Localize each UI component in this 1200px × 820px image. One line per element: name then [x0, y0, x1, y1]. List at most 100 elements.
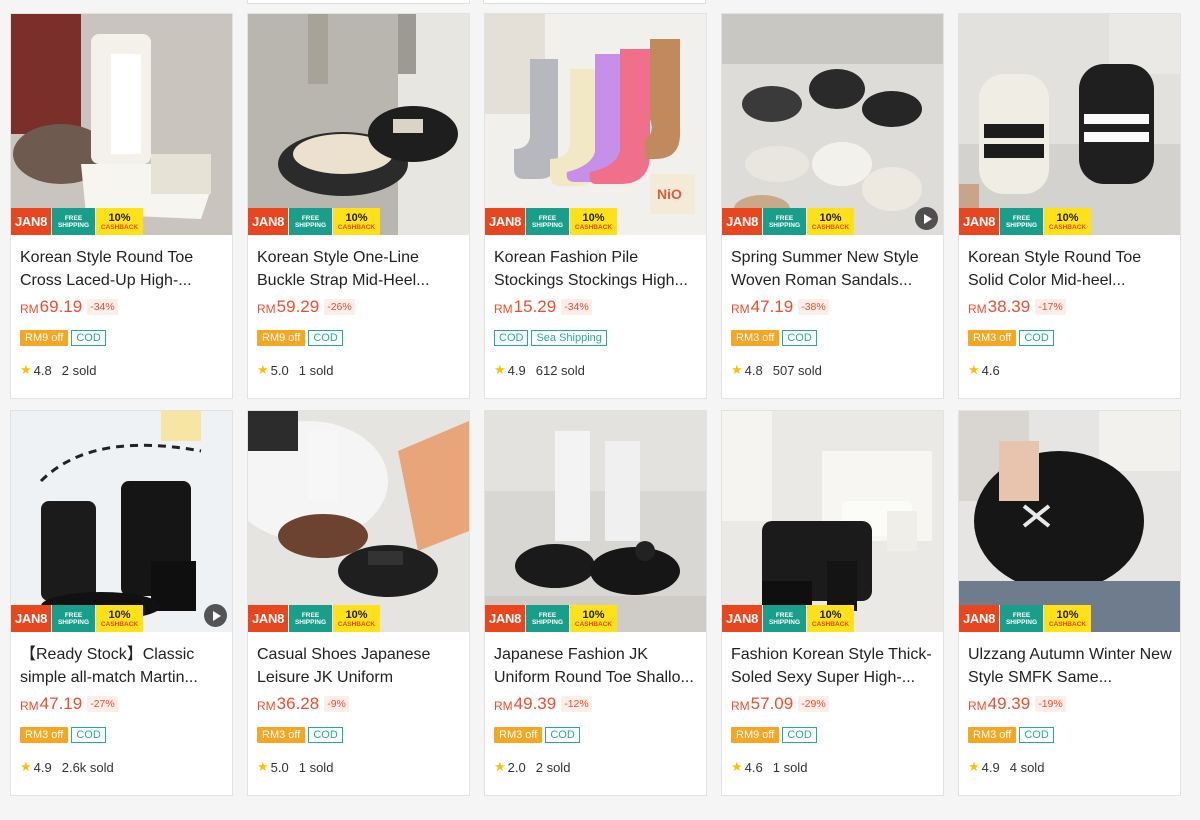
product-title[interactable]: Korean Style One-Line Buckle Strap Mid-H… — [257, 246, 462, 292]
cod-tag: COD — [782, 330, 817, 346]
play-icon[interactable] — [915, 207, 938, 230]
product-card-3[interactable]: NiO JAN8 FREE SHIPPING 10% CASHBACK Kore… — [484, 13, 707, 399]
sold-count: 612 sold — [535, 362, 585, 378]
product-image[interactable]: NiO JAN8 FREE SHIPPING 10% CASHBACK — [485, 14, 706, 235]
promo-badges: JAN8 FREE SHIPPING 10% CASHBACK — [485, 605, 617, 632]
svg-text:NiO: NiO — [657, 186, 682, 202]
product-title[interactable]: Japanese Fashion JK Uniform Round Toe Sh… — [494, 643, 699, 689]
star-icon: ★ — [968, 362, 980, 377]
product-tags: RM3 off COD — [257, 727, 343, 743]
free-shipping-badge: FREE SHIPPING — [288, 605, 332, 632]
price-amount: 47.19 — [39, 694, 83, 713]
cashback-label: CASHBACK — [811, 620, 850, 628]
product-card-8[interactable]: JAN8 FREE SHIPPING 10% CASHBACK Japanese… — [484, 410, 707, 796]
price-currency: RM — [20, 699, 39, 713]
product-image[interactable]: JAN8 FREE SHIPPING 10% CASHBACK — [959, 411, 1180, 632]
free-label: FREE — [1012, 611, 1031, 619]
product-tags: RM3 off COD — [968, 330, 1054, 346]
jan8-badge: JAN8 — [959, 208, 999, 235]
product-card-9[interactable]: JAN8 FREE SHIPPING 10% CASHBACK Fashion … — [721, 410, 944, 796]
product-title[interactable]: Korean Style Round Toe Solid Color Mid-h… — [968, 246, 1173, 292]
product-card-10[interactable]: JAN8 FREE SHIPPING 10% CASHBACK Ulzzang … — [958, 410, 1181, 796]
product-image[interactable]: JAN8 FREE SHIPPING 10% CASHBACK — [722, 14, 943, 235]
product-title[interactable]: 【Ready Stock】Classic simple all-match Ma… — [20, 643, 225, 689]
rating-row: ★ 4.8 2 sold — [20, 362, 96, 378]
product-image[interactable]: JAN8 FREE SHIPPING 10% CASHBACK — [959, 14, 1180, 235]
cashback-label: CASHBACK — [811, 223, 850, 231]
product-card-4[interactable]: JAN8 FREE SHIPPING 10% CASHBACK Spring S… — [721, 13, 944, 399]
product-photo — [11, 411, 232, 632]
promo-badges: JAN8 FREE SHIPPING 10% CASHBACK — [11, 605, 143, 632]
price-currency: RM — [968, 699, 987, 713]
sold-count: 1 sold — [298, 759, 334, 775]
jan8-label: JAN8 — [725, 214, 759, 229]
price-row: RM 69.19 -34% — [20, 297, 118, 317]
shipping-label: SHIPPING — [1005, 618, 1038, 626]
cod-tag: COD — [71, 727, 106, 743]
product-card-2[interactable]: JAN8 FREE SHIPPING 10% CASHBACK Korean S… — [247, 13, 470, 399]
star-icon: ★ — [968, 759, 980, 774]
cashback-label: CASHBACK — [100, 620, 139, 628]
cashback-badge: 10% CASHBACK — [95, 605, 143, 632]
jan8-label: JAN8 — [251, 611, 285, 626]
shipping-label: SHIPPING — [294, 618, 327, 626]
free-label: FREE — [1012, 214, 1031, 222]
cashback-badge: 10% CASHBACK — [806, 605, 854, 632]
product-image[interactable]: JAN8 FREE SHIPPING 10% CASHBACK — [248, 411, 469, 632]
price-currency: RM — [257, 699, 276, 713]
product-photo: NiO — [485, 14, 706, 235]
sold-count: 1 sold — [772, 759, 808, 775]
product-title[interactable]: Casual Shoes Japanese Leisure JK Uniform — [257, 643, 462, 689]
product-title[interactable]: Fashion Korean Style Thick-Soled Sexy Su… — [731, 643, 936, 689]
sold-count: 507 sold — [772, 362, 822, 378]
price-currency: RM — [731, 699, 750, 713]
free-label: FREE — [301, 214, 320, 222]
product-tags: RM3 off COD — [494, 727, 580, 743]
product-grid: JAN8 FREE SHIPPING 10% CASHBACK Korean S… — [10, 13, 1181, 796]
cashback-percent: 10% — [582, 211, 605, 224]
voucher-tag: RM3 off — [968, 727, 1017, 743]
jan8-badge: JAN8 — [11, 208, 51, 235]
rating-value: 5.0 — [270, 759, 289, 775]
product-image[interactable]: JAN8 FREE SHIPPING 10% CASHBACK — [248, 14, 469, 235]
rating-value: 4.9 — [507, 362, 526, 378]
price-row: RM 57.09 -29% — [731, 694, 829, 714]
cashback-label: CASHBACK — [574, 223, 613, 231]
play-icon[interactable] — [204, 604, 227, 627]
product-title[interactable]: Ulzzang Autumn Winter New Style SMFK Sam… — [968, 643, 1173, 689]
product-title[interactable]: Korean Style Round Toe Cross Laced-Up Hi… — [20, 246, 225, 292]
cod-tag: COD — [1019, 330, 1054, 346]
cod-tag: COD — [1019, 727, 1054, 743]
voucher-tag: RM3 off — [494, 727, 543, 743]
product-card-7[interactable]: JAN8 FREE SHIPPING 10% CASHBACK Casual S… — [247, 410, 470, 796]
discount-badge: -34% — [561, 299, 592, 315]
product-card-1[interactable]: JAN8 FREE SHIPPING 10% CASHBACK Korean S… — [10, 13, 233, 399]
rating-row: ★ 4.9 612 sold — [494, 362, 585, 378]
previous-row-card-edge — [247, 0, 470, 4]
product-tags: RM9 off COD — [731, 727, 817, 743]
free-label: FREE — [775, 611, 794, 619]
product-title[interactable]: Korean Fashion Pile Stockings Stockings … — [494, 246, 699, 292]
cashback-label: CASHBACK — [100, 223, 139, 231]
voucher-tag: RM9 off — [257, 330, 306, 346]
free-shipping-badge: FREE SHIPPING — [762, 208, 806, 235]
free-shipping-badge: FREE SHIPPING — [762, 605, 806, 632]
product-image[interactable]: JAN8 FREE SHIPPING 10% CASHBACK — [11, 14, 232, 235]
price-currency: RM — [494, 302, 513, 316]
rating-value: 4.8 — [33, 362, 52, 378]
jan8-label: JAN8 — [488, 611, 522, 626]
sold-count: 2 sold — [535, 759, 571, 775]
product-image[interactable]: JAN8 FREE SHIPPING 10% CASHBACK — [722, 411, 943, 632]
cashback-percent: 10% — [1056, 211, 1079, 224]
product-tags: RM9 off COD — [20, 330, 106, 346]
product-card-5[interactable]: JAN8 FREE SHIPPING 10% CASHBACK Korean S… — [958, 13, 1181, 399]
star-icon: ★ — [20, 759, 32, 774]
price-amount: 49.39 — [987, 694, 1031, 713]
cashback-percent: 10% — [108, 211, 131, 224]
product-image[interactable]: JAN8 FREE SHIPPING 10% CASHBACK — [11, 411, 232, 632]
product-title[interactable]: Spring Summer New Style Woven Roman Sand… — [731, 246, 936, 292]
product-card-6[interactable]: JAN8 FREE SHIPPING 10% CASHBACK 【Ready S… — [10, 410, 233, 796]
product-photo — [485, 411, 706, 632]
product-image[interactable]: JAN8 FREE SHIPPING 10% CASHBACK — [485, 411, 706, 632]
cod-tag: COD — [494, 330, 529, 346]
